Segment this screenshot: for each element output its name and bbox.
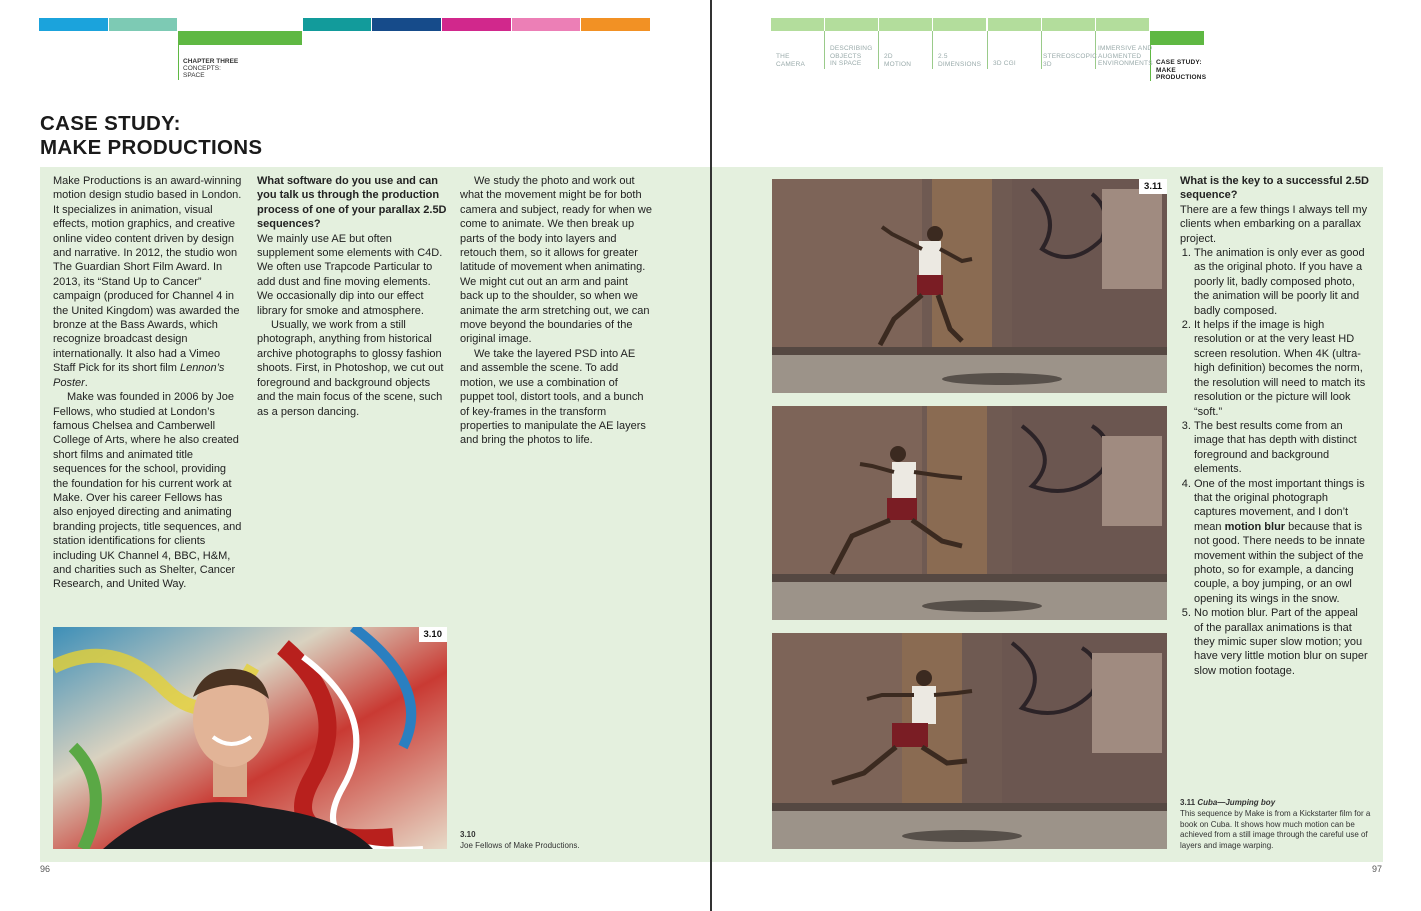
section-bar-6	[1042, 18, 1095, 31]
book-spine	[710, 0, 712, 911]
photo-jumping-boy-frame-1: 3.11	[772, 179, 1167, 393]
figure-tag-3-11: 3.11	[1139, 179, 1167, 194]
section-bar-5	[988, 18, 1041, 31]
list-item: The animation is only ever as good as th…	[1194, 246, 1370, 318]
section-divider	[932, 31, 933, 69]
interview-question: What software do you use and can you tal…	[257, 175, 447, 231]
paragraph: We mainly use AE but often supplement so…	[257, 232, 443, 317]
page-number-right: 97	[1372, 864, 1383, 874]
key-points-list: The animation is only ever as good as th…	[1180, 246, 1370, 678]
chapter-bar-4	[303, 18, 371, 31]
emphasis: motion blur	[1224, 520, 1286, 533]
paragraph: We take the layered PSD into AE and asse…	[460, 347, 646, 447]
chapter-bar-6	[442, 18, 511, 31]
chapter-bar-1	[39, 18, 108, 31]
text-column-3: We study the photo and work out what the…	[460, 174, 652, 448]
section-bar-1	[771, 18, 824, 31]
section-divider	[878, 31, 879, 69]
list-item-text: because that is not good. There needs to…	[1194, 520, 1366, 605]
nav-item-stereoscopic[interactable]: STEREOSCOPIC 3D	[1043, 53, 1097, 68]
text-column-1: Make Productions is an award-winning mot…	[53, 174, 244, 592]
section-divider	[987, 31, 988, 69]
nav-item-describing-objects[interactable]: DESCRIBING OBJECTS IN SPACE	[830, 45, 872, 68]
chapter-marker-line	[178, 45, 179, 80]
caption-text: This sequence by Make is from a Kickstar…	[1180, 808, 1371, 851]
nav-item-case-study-active[interactable]: CASE STUDY: MAKE PRODUCTIONS	[1156, 59, 1206, 82]
nav-item-line: DIMENSIONS	[938, 60, 982, 68]
figure-caption-3-10: 3.10 Joe Fellows of Make Productions.	[460, 830, 660, 852]
nav-item-line: IN SPACE	[830, 60, 862, 67]
chapter-label: CHAPTER THREE CONCEPTS: SPACE	[183, 58, 238, 79]
page-title-line2: MAKE PRODUCTIONS	[40, 136, 263, 159]
caption-title: Cuba—Jumping boy	[1197, 798, 1276, 807]
nav-item-line: CASE STUDY:	[1156, 59, 1202, 66]
paragraph: Make was founded in 2006 by Joe Fellows,…	[53, 391, 242, 591]
nav-item-line: IMMERSIVE AND	[1098, 45, 1153, 52]
section-divider	[1041, 31, 1042, 69]
nav-item-line: 3D	[1043, 60, 1052, 68]
caption-heading: 3.11 Cuba—Jumping boy	[1180, 798, 1372, 809]
nav-item-line: PRODUCTIONS	[1156, 74, 1207, 81]
caption-number: 3.10	[460, 830, 476, 839]
figure-caption-3-11: 3.11 Cuba—Jumping boy This sequence by M…	[1180, 798, 1372, 852]
chapter-bar-7	[512, 18, 580, 31]
chapter-bar-8	[581, 18, 650, 31]
chapter-number: CHAPTER THREE	[183, 58, 239, 65]
paragraph: Make Productions is an award-winning mot…	[53, 174, 244, 390]
nav-item-line: MAKE	[1156, 66, 1176, 74]
nav-item-2d-motion[interactable]: 2D MOTION	[884, 53, 911, 68]
section-bar-4	[933, 18, 986, 31]
paragraph: We study the photo and work out what the…	[460, 175, 652, 346]
chapter-bar-5	[372, 18, 441, 31]
nav-item-line: ENVIRONMENTS	[1098, 60, 1153, 67]
list-item: It helps if the image is high resolution…	[1194, 318, 1370, 419]
nav-item-camera[interactable]: THE CAMERA	[776, 53, 805, 68]
photo-jumping-boy-frame-2	[772, 406, 1167, 620]
figure-tag-3-10: 3.10	[418, 627, 447, 642]
page-number-left: 96	[40, 864, 51, 874]
nav-item-line: DESCRIBING	[830, 45, 873, 52]
chapter-bar-3-active	[178, 31, 302, 45]
interview-question: What is the key to a successful 2.5D seq…	[1180, 175, 1369, 202]
nav-item-immersive[interactable]: IMMERSIVE AND AUGMENTED ENVIRONMENTS	[1098, 45, 1153, 68]
jumping-boy-illustration	[772, 406, 1167, 620]
section-bar-2	[825, 18, 878, 31]
chapter-subtitle-2: SPACE	[183, 72, 205, 79]
list-item: The best results come from an image that…	[1194, 419, 1370, 477]
jumping-boy-illustration	[772, 179, 1167, 393]
page-title-line1: CASE STUDY:	[40, 112, 181, 135]
nav-item-line: OBJECTS	[830, 52, 862, 60]
paragraph: There are a few things I always tell my …	[1180, 203, 1368, 245]
section-bar-7	[1096, 18, 1149, 31]
page-title: CASE STUDY: MAKE PRODUCTIONS	[40, 112, 262, 160]
nav-item-2-5-dimensions[interactable]: 2.5 DIMENSIONS	[938, 53, 981, 68]
nav-item-3d-cgi[interactable]: 3D CGI	[993, 60, 1016, 68]
nav-item-line: STEREOSCOPIC	[1043, 53, 1098, 60]
paragraph-text: Make Productions is an award-winning mot…	[53, 175, 242, 375]
portrait-illustration	[53, 627, 447, 849]
nav-item-line: 2D	[884, 53, 893, 60]
list-item: No motion blur. Part of the appeal of th…	[1194, 606, 1370, 678]
paragraph-text: .	[84, 376, 88, 389]
nav-item-line: AUGMENTED	[1098, 52, 1142, 60]
caption-number: 3.11	[1180, 798, 1198, 807]
jumping-boy-illustration	[772, 633, 1167, 849]
list-item: One of the most important things is that…	[1194, 477, 1370, 607]
section-bar-3	[879, 18, 932, 31]
nav-item-line: MOTION	[884, 60, 912, 68]
photo-jumping-boy-frame-3	[772, 633, 1167, 849]
section-divider	[824, 31, 825, 69]
chapter-subtitle-1: CONCEPTS:	[183, 65, 221, 72]
chapter-bar-2	[109, 18, 177, 31]
nav-item-line: 3D CGI	[993, 60, 1016, 67]
nav-item-line: 2.5	[938, 53, 948, 60]
paragraph: Usually, we work from a still photograph…	[257, 319, 444, 418]
text-column-4: What is the key to a successful 2.5D seq…	[1180, 174, 1370, 678]
photo-joe-fellows: 3.10	[53, 627, 447, 849]
nav-item-line: THE	[776, 53, 790, 60]
caption-text: Joe Fellows of Make Productions.	[460, 840, 580, 850]
text-column-2: What software do you use and can you tal…	[257, 174, 447, 419]
nav-item-line: CAMERA	[776, 60, 806, 68]
section-bar-active	[1151, 31, 1204, 45]
